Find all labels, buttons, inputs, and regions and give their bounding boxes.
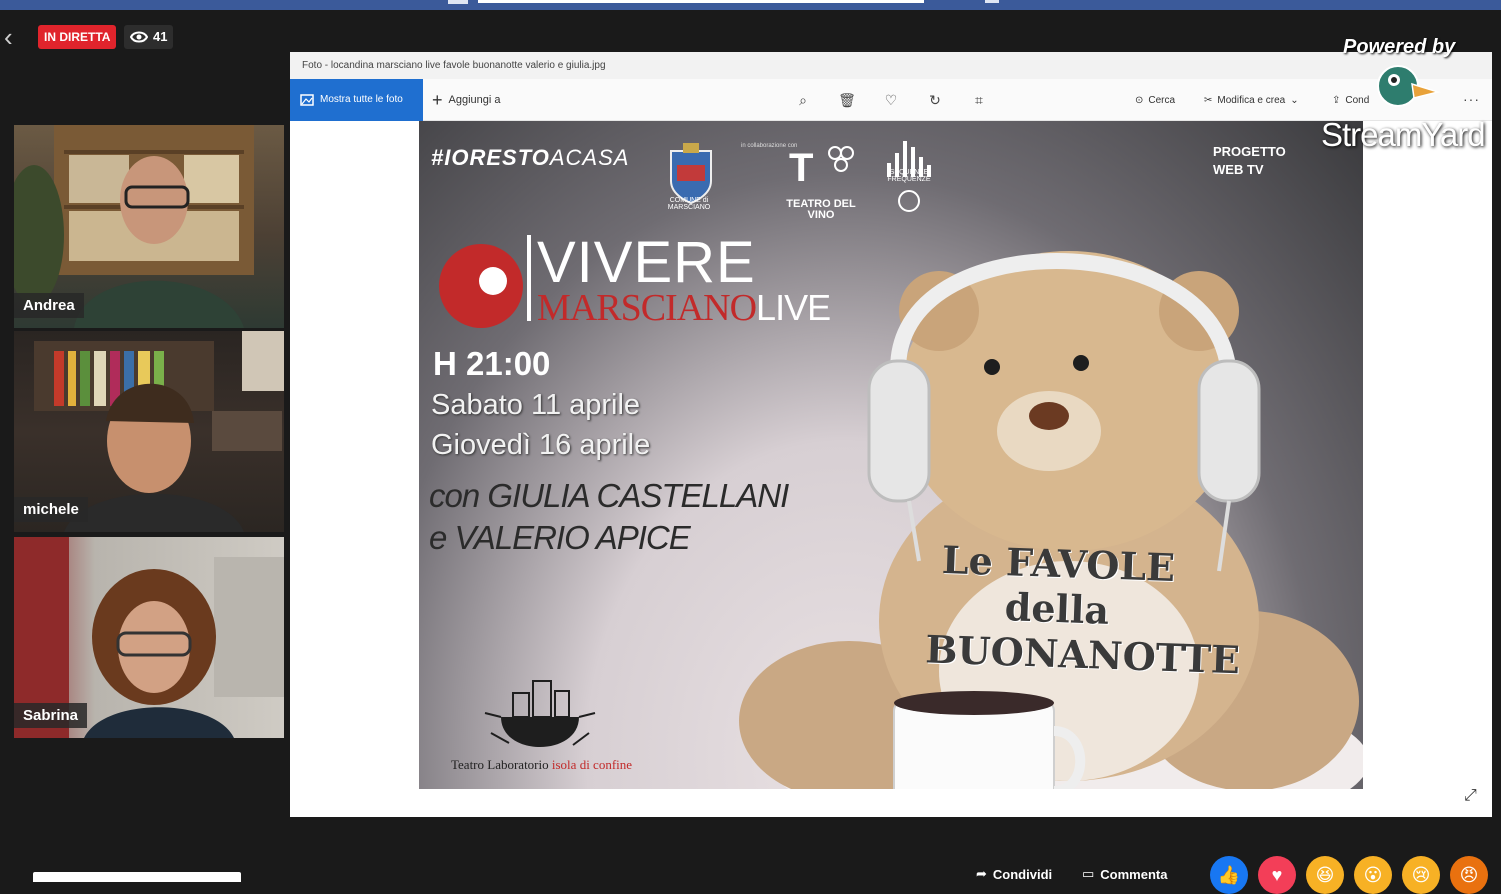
teatro-label: TEATRO DEL VINO — [786, 198, 856, 221]
brand-marsciano: MARSCIANOLIVE — [537, 286, 831, 330]
add-to-button[interactable]: + Aggiungi a — [432, 79, 501, 121]
hashtag-bold: #IORESTO — [431, 145, 550, 170]
show-all-label: Mostra tutte le foto — [320, 94, 403, 105]
zoom-icon[interactable]: ⌕ — [794, 91, 812, 109]
photos-app-window: Foto - locandina marsciano live favole b… — [290, 52, 1492, 817]
web-tv-line1: PROGETTO — [1213, 144, 1286, 159]
brand-divider — [527, 235, 531, 321]
haha-reaction-icon[interactable]: 😆 — [1306, 856, 1344, 894]
participant-video: michele — [14, 331, 284, 532]
participant-name: michele — [14, 497, 88, 522]
participant-name: Sabrina — [14, 703, 88, 728]
live-badge: IN DIRETTA — [38, 25, 117, 49]
like-reaction-icon[interactable]: 👍 — [1210, 856, 1248, 894]
eye-icon — [130, 31, 148, 43]
window-title: Foto - locandina marsciano live favole b… — [290, 52, 1492, 79]
angry-reaction-icon[interactable]: 😠 — [1450, 856, 1488, 894]
participant-name: Andrea — [14, 293, 84, 318]
comune-label: COMUNE di MARSCIANO — [667, 197, 711, 211]
photos-icon — [300, 94, 314, 106]
cast-line: e VALERIO APICE — [429, 519, 691, 556]
hashtag-rest: ACASA — [549, 145, 630, 170]
share-action-label: Condividi — [992, 866, 1053, 882]
bottom-bar: ➦ Condividi ▭ Commenta 👍 ♥ 😆 😮 😢 😠 — [0, 852, 1501, 894]
brand-marsciano-text: MARSCIANO — [537, 287, 757, 329]
web-tv-label: PROGETTO WEB TV — [1213, 143, 1286, 179]
isola-left: Teatro Laboratorio — [451, 757, 549, 772]
vivere-logo-icon — [439, 244, 523, 328]
sequenze-label: SEQUENZE FREQUENZE — [887, 169, 931, 183]
edit-icon: ✂ — [1204, 94, 1213, 106]
rotate-icon[interactable]: ↻ — [926, 91, 944, 109]
strip-bar — [478, 0, 924, 3]
top-browser-strip — [0, 0, 1501, 10]
crop-icon[interactable]: ⌗ — [970, 91, 988, 109]
share-arrow-icon: ➦ — [976, 866, 987, 881]
isola-confine-logo — [484, 680, 596, 747]
photos-toolbar: Mostra tutte le foto + Aggiungi a ⌕ 🗑 ♡ … — [290, 79, 1492, 121]
chevron-down-icon: ⌄ — [1290, 94, 1299, 106]
share-label: Cond — [1345, 94, 1370, 106]
powered-by-label: Powered by — [1343, 36, 1456, 58]
cast-line: con GIULIA CASTELLANI — [429, 477, 789, 514]
search-label: Cerca — [1148, 94, 1176, 106]
favorite-heart-icon[interactable]: ♡ — [882, 91, 900, 109]
more-options-icon[interactable]: ··· — [1463, 91, 1480, 107]
add-to-label: Aggiungi a — [448, 94, 501, 106]
back-chevron-icon[interactable]: ‹ — [4, 24, 24, 52]
search-icon: ⊙ — [1135, 94, 1144, 106]
show-all-photos-button[interactable]: Mostra tutte le foto — [290, 79, 423, 121]
web-tv-line2: WEB TV — [1213, 162, 1264, 177]
hashtag: #IORESTOACASA — [431, 145, 629, 171]
viewer-count-value: 41 — [153, 29, 168, 44]
comment-input[interactable] — [33, 872, 241, 882]
streamyard-duck-icon — [1377, 65, 1441, 107]
edit-create-button[interactable]: ✂ Modifica e crea ⌄ — [1204, 79, 1299, 121]
expand-icon[interactable]: ⤢ — [1464, 787, 1482, 805]
strip-mark — [448, 0, 468, 4]
event-time: H 21:00 — [433, 345, 551, 382]
event-date: Sabato 11 aprile — [431, 389, 641, 421]
edit-create-label: Modifica e crea — [1217, 94, 1286, 106]
comment-action-label: Commenta — [1100, 866, 1168, 882]
delete-icon[interactable]: 🗑 — [838, 91, 856, 109]
love-reaction-icon[interactable]: ♥ — [1258, 856, 1296, 894]
participant-video: Andrea — [14, 125, 284, 328]
svg-text:T: T — [789, 146, 813, 190]
share-icon: ⇪ — [1332, 94, 1341, 106]
event-date: Giovedì 16 aprile — [431, 429, 651, 461]
share-button[interactable]: ⇪ Cond — [1332, 79, 1369, 121]
viewer-count: 41 — [124, 25, 174, 49]
isola-confine-label: Teatro Laboratorio isola di confine — [451, 757, 632, 773]
participant-video: Sabrina — [14, 537, 284, 738]
share-action[interactable]: ➦ Condividi — [976, 866, 1052, 882]
show-title: Le FAVOLE della BUONANOTTE — [924, 536, 1241, 683]
poster-image: #IORESTOACASA COMUNE di MARSCIANO in col… — [419, 121, 1363, 789]
comment-icon: ▭ — [1082, 866, 1095, 881]
sad-reaction-icon[interactable]: 😢 — [1402, 856, 1440, 894]
isola-right: isola di confine — [551, 757, 633, 772]
comment-action[interactable]: ▭ Commenta — [1082, 866, 1167, 882]
search-button[interactable]: ⊙ Cerca — [1135, 79, 1175, 121]
strip-mark — [985, 0, 999, 3]
brand-live-text: LIVE — [756, 287, 831, 328]
show-title-line: BUONANOTTE — [924, 626, 1241, 683]
plus-icon: + — [432, 89, 443, 110]
show-title-line: Le FAVOLE — [941, 536, 1176, 591]
streamyard-brand: StreamYard — [1321, 116, 1486, 153]
wow-reaction-icon[interactable]: 😮 — [1354, 856, 1392, 894]
